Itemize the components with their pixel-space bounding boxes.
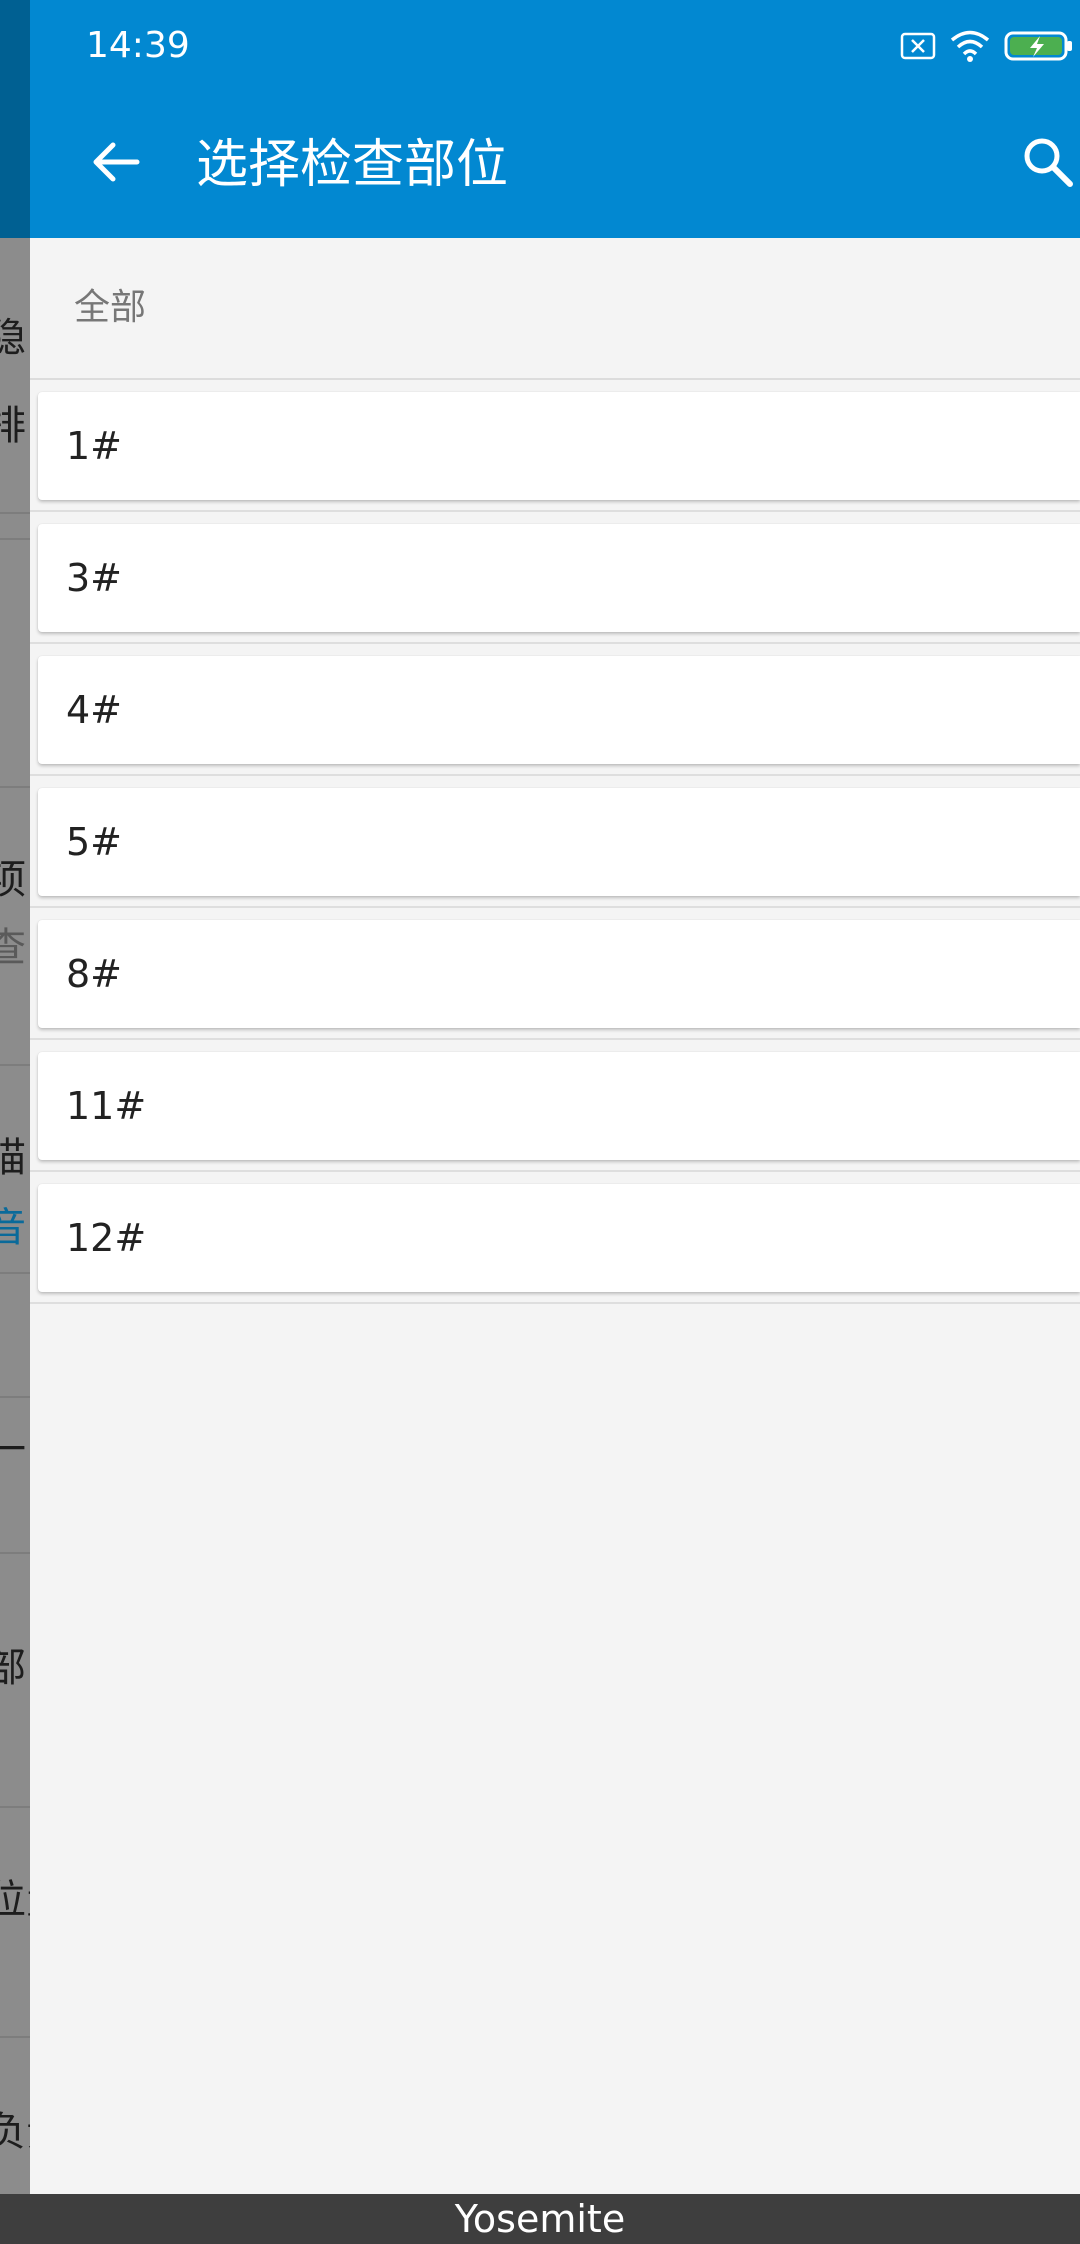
divider — [30, 642, 1080, 644]
list-item-label: 12# — [66, 1216, 147, 1260]
app-bar: 14:39 选择检查部位 — [30, 0, 1080, 238]
divider — [30, 378, 1080, 380]
list-item[interactable]: 8# — [38, 920, 1080, 1028]
list-item-label: 3# — [66, 556, 123, 600]
underlying-divider — [0, 1272, 30, 1274]
underlying-divider — [0, 1064, 30, 1066]
underlying-text-fragment: 排 — [0, 404, 26, 448]
divider — [30, 774, 1080, 776]
divider — [30, 906, 1080, 908]
list-item-label: 8# — [66, 952, 123, 996]
status-icons — [900, 28, 1074, 68]
status-time: 14:39 — [86, 25, 190, 66]
divider — [30, 1038, 1080, 1040]
divider — [30, 1302, 1080, 1304]
underlying-text-fragment: 负责 — [0, 2110, 30, 2154]
list-item[interactable]: 5# — [38, 788, 1080, 896]
status-bar: 14:39 — [30, 0, 1080, 90]
search-icon — [1020, 134, 1076, 194]
underlying-text-fragment: 项 — [0, 858, 26, 902]
list-item-all[interactable]: 全部 — [30, 238, 1080, 380]
underlying-divider — [0, 1806, 30, 1808]
toolbar: 选择检查部位 — [30, 90, 1080, 238]
list-item-label: 1# — [66, 424, 123, 468]
list-item[interactable]: 3# — [38, 524, 1080, 632]
underlying-page-scrim[interactable]: 隐 排 项 查 描 音 一 部 位置 负责 — [0, 0, 30, 2194]
list-item-label: 11# — [66, 1084, 147, 1128]
underlying-text-fragment: 隐 — [0, 316, 26, 360]
underlying-text-fragment: 描 — [0, 1136, 26, 1180]
underlying-divider — [0, 512, 30, 514]
list-item[interactable]: 11# — [38, 1052, 1080, 1160]
underlying-app-bar — [0, 0, 30, 238]
underlying-divider — [0, 538, 30, 540]
underlying-text-fragment: 一 — [0, 1428, 26, 1472]
divider — [30, 510, 1080, 512]
underlying-text-fragment: 部 — [0, 1646, 26, 1690]
underlying-divider — [0, 1552, 30, 1554]
back-button[interactable] — [76, 124, 156, 204]
list-item-label: 全部 — [74, 287, 147, 328]
list-item[interactable]: 1# — [38, 392, 1080, 500]
list-item-label: 4# — [66, 688, 123, 732]
footer-label: Yosemite — [0, 2194, 1080, 2244]
underlying-divider — [0, 2036, 30, 2038]
page-title: 选择检查部位 — [196, 135, 509, 195]
underlying-text-fragment: 位置 — [0, 1878, 30, 1922]
sim-off-icon — [900, 32, 936, 64]
list-item-label: 5# — [66, 820, 123, 864]
underlying-text-fragment: 音 — [0, 1206, 26, 1250]
battery-charging-icon — [1004, 30, 1074, 66]
underlying-divider — [0, 786, 30, 788]
underlying-text-fragment: 查 — [0, 926, 26, 970]
select-location-drawer: 14:39 选择检查部位 全部 1# 3# 4# 5# 8# 11# 12# — [30, 0, 1080, 2194]
underlying-divider — [0, 1396, 30, 1398]
divider — [30, 1170, 1080, 1172]
list-item[interactable]: 12# — [38, 1184, 1080, 1292]
wifi-icon — [950, 29, 990, 67]
search-button[interactable] — [1020, 124, 1080, 204]
list-item[interactable]: 4# — [38, 656, 1080, 764]
arrow-left-icon — [91, 140, 141, 188]
